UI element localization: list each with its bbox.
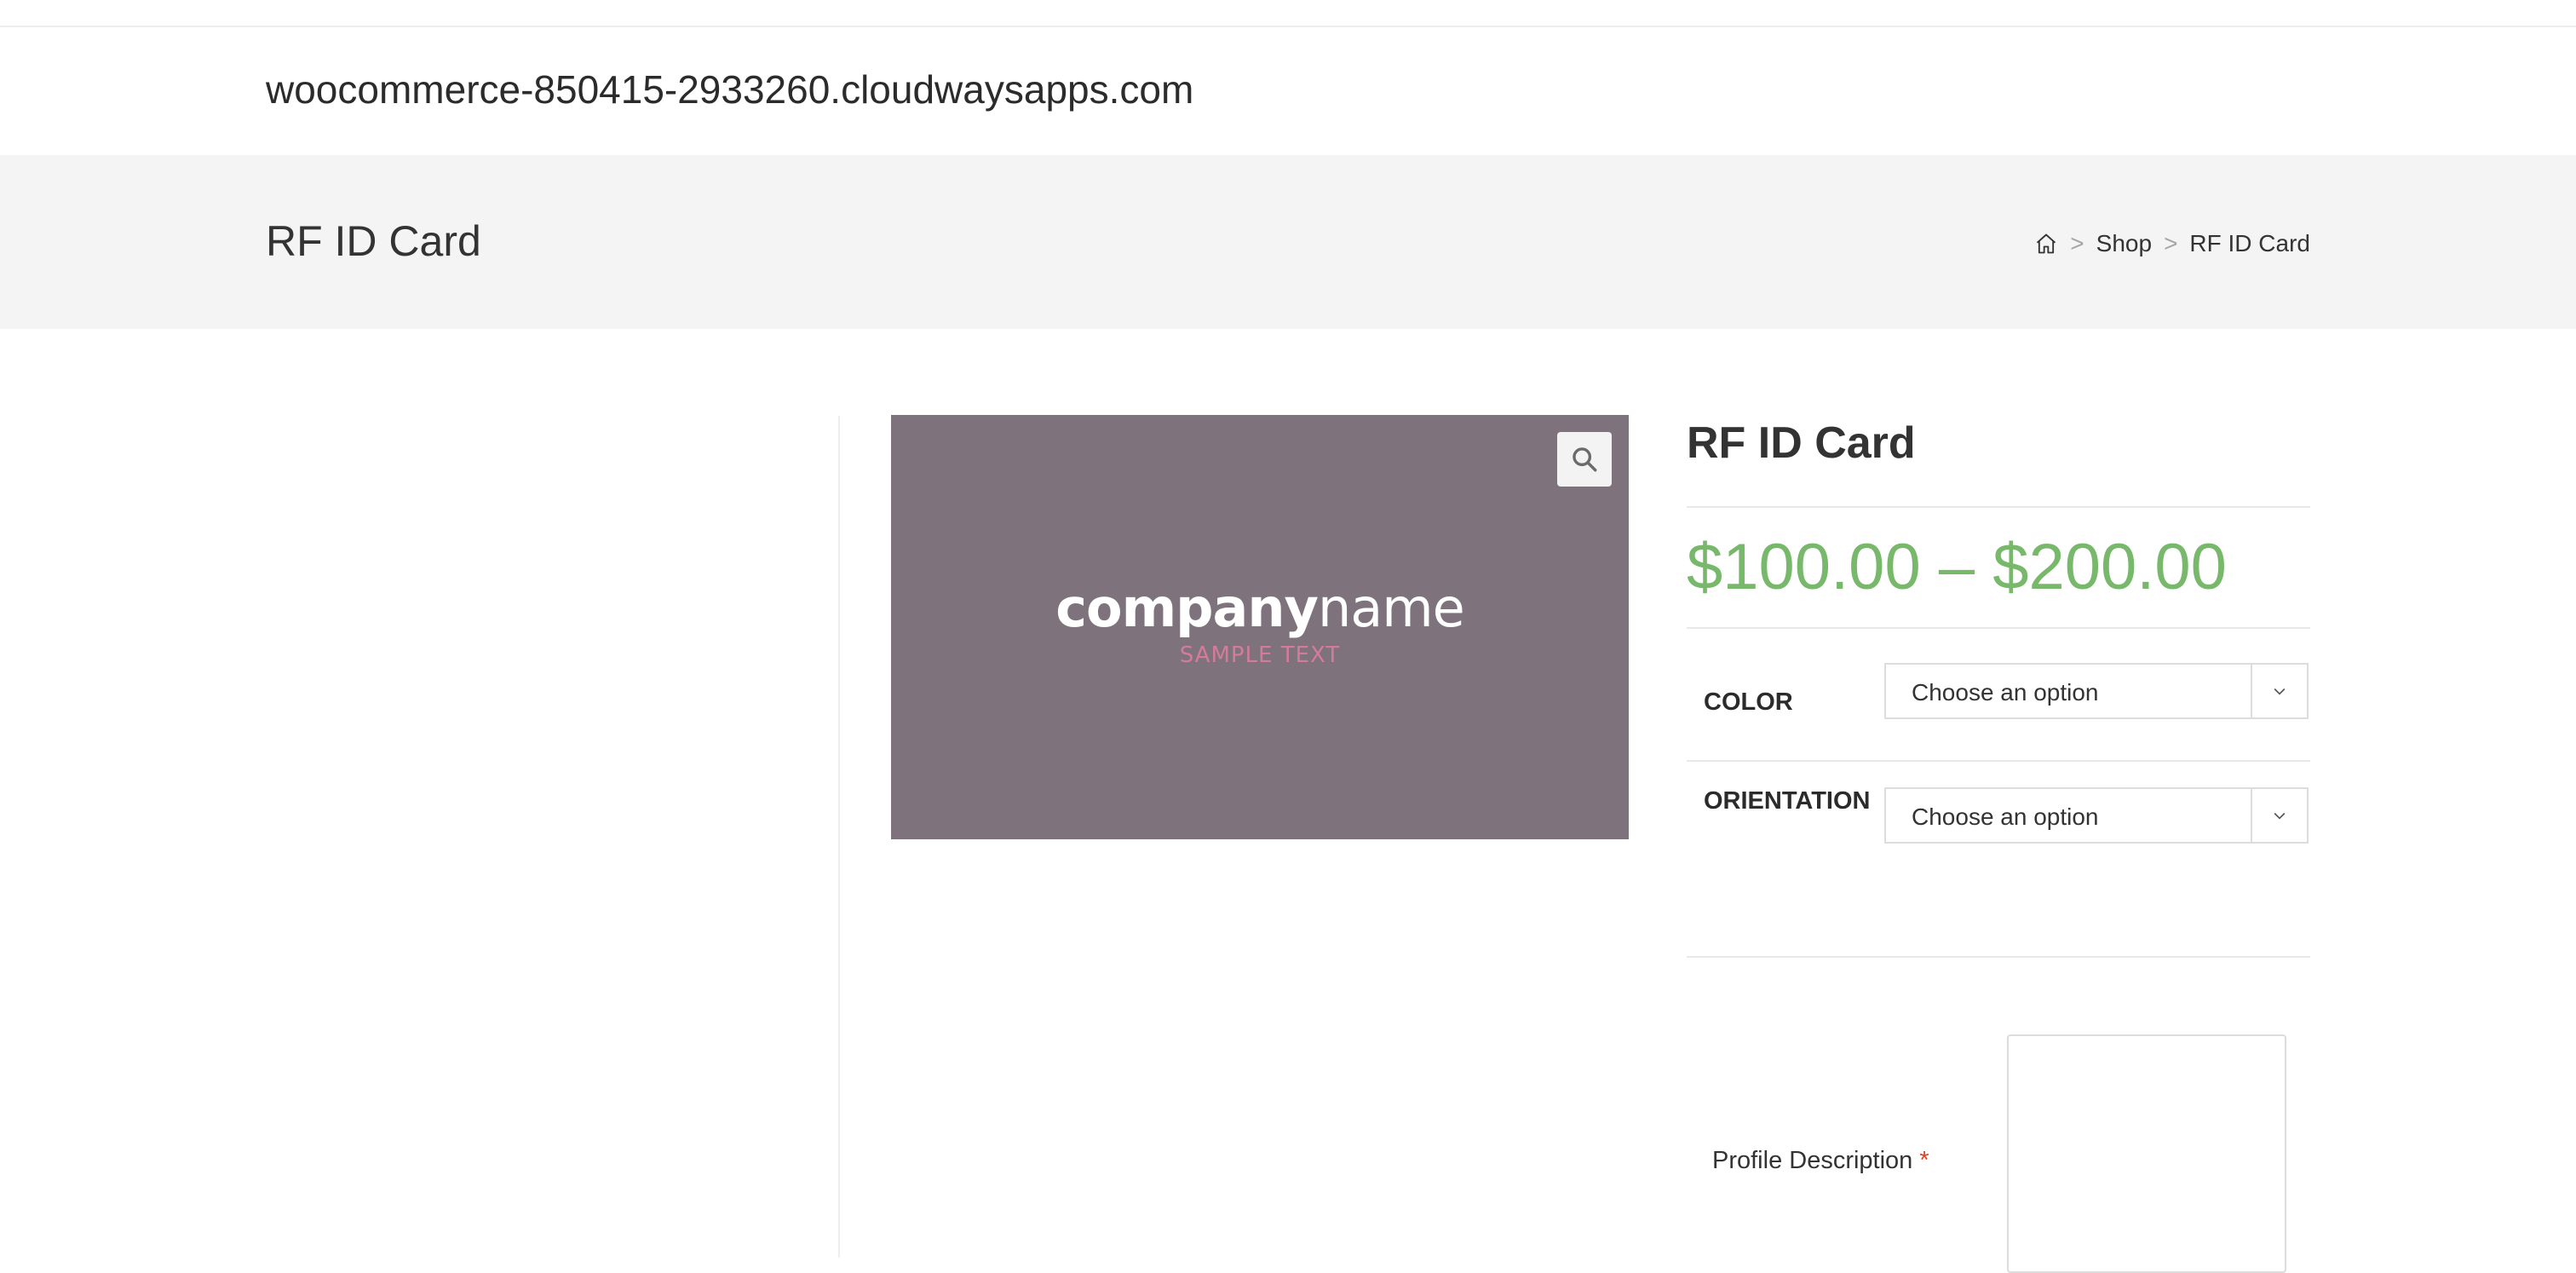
logo-bold-text: company xyxy=(1055,577,1319,639)
product-price: $100.00 – $200.00 xyxy=(1687,531,2227,603)
divider xyxy=(1687,760,2310,762)
orientation-select[interactable]: Choose an option xyxy=(1884,787,2309,844)
zoom-button[interactable] xyxy=(1557,432,1612,487)
profile-description-textarea[interactable] xyxy=(2007,1034,2286,1273)
color-select-value: Choose an option xyxy=(1912,679,2099,706)
page-title: RF ID Card xyxy=(266,217,481,265)
logo-subtext: SAMPLE TEXT xyxy=(1179,642,1341,668)
breadcrumb: > Shop > RF ID Card xyxy=(2034,230,2310,257)
orientation-label: ORIENTATION xyxy=(1704,787,1871,815)
product-title: RF ID Card xyxy=(1687,418,1916,468)
search-icon xyxy=(1573,447,1597,472)
divider xyxy=(1687,506,2310,508)
chevron-down-icon[interactable] xyxy=(2251,665,2307,717)
required-mark: * xyxy=(1919,1147,1929,1174)
chevron-down-icon[interactable] xyxy=(2251,789,2307,842)
breadcrumb-separator: > xyxy=(2164,230,2178,256)
home-icon[interactable] xyxy=(2034,232,2058,256)
profile-description-label: Profile Description * xyxy=(1712,1147,1929,1175)
breadcrumb-separator: > xyxy=(2070,230,2084,256)
breadcrumb-current: RF ID Card xyxy=(2189,230,2310,256)
top-border xyxy=(0,26,2576,27)
color-label: COLOR xyxy=(1704,688,1793,716)
logo-light-text: name xyxy=(1317,577,1465,639)
profile-description-label-text: Profile Description xyxy=(1712,1147,1913,1174)
orientation-select-value: Choose an option xyxy=(1912,804,2099,830)
divider xyxy=(1687,956,2310,958)
breadcrumb-shop-link[interactable]: Shop xyxy=(2096,230,2152,257)
color-select[interactable]: Choose an option xyxy=(1884,663,2309,719)
divider xyxy=(1687,627,2310,629)
company-logo: companyname SAMPLE TEXT xyxy=(891,577,1629,668)
product-image[interactable]: companyname SAMPLE TEXT xyxy=(891,415,1629,839)
sidebar-divider xyxy=(838,416,840,1258)
site-title[interactable]: woocommerce-850415-2933260.cloudwaysapps… xyxy=(266,66,1193,112)
